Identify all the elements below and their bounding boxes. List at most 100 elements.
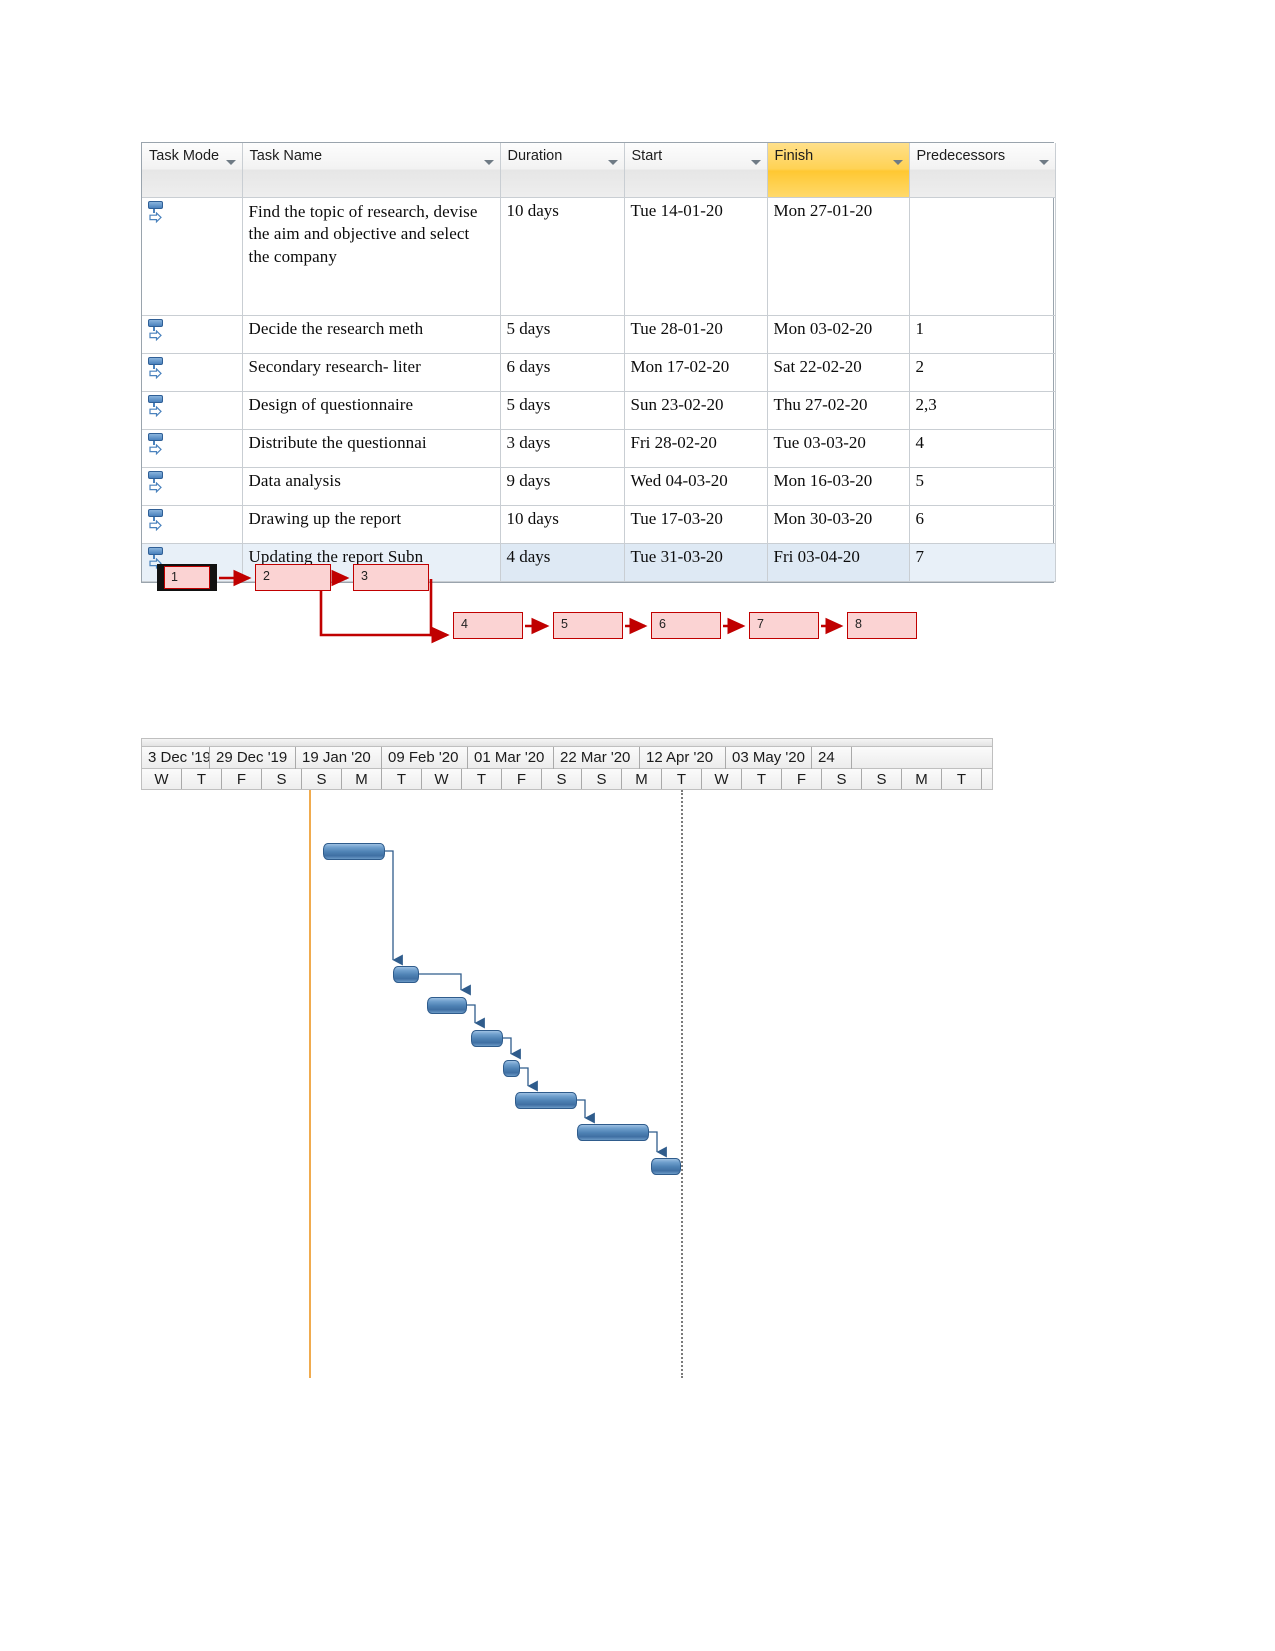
gantt-week-label: 19 Jan '20	[296, 747, 382, 769]
column-header-predecessors[interactable]: Predecessors	[909, 143, 1056, 198]
cell-predecessors[interactable]	[909, 197, 1056, 316]
cell-start[interactable]: Tue 28-01-20	[624, 315, 768, 354]
network-node-1[interactable]: 1	[157, 564, 217, 591]
network-node-8[interactable]: 8	[847, 612, 917, 639]
cell-start[interactable]: Fri 28-02-20	[624, 429, 768, 468]
gantt-bar[interactable]	[577, 1124, 649, 1141]
table-row[interactable]: Drawing up the report 10 days Tue 17-03-20…	[142, 505, 1056, 544]
network-node-6[interactable]: 6	[651, 612, 721, 639]
gantt-bar[interactable]	[393, 966, 419, 983]
gantt-bar[interactable]	[323, 843, 385, 860]
gantt-week-label: 01 Mar '20	[468, 747, 554, 769]
cell-predecessors[interactable]: 5	[909, 467, 1056, 506]
cell-start[interactable]: Mon 17-02-20	[624, 353, 768, 392]
gantt-day-label: S	[542, 769, 582, 789]
gantt-bar[interactable]	[651, 1158, 681, 1175]
cell-duration[interactable]: 10 days	[500, 197, 625, 316]
gantt-week-label: 12 Apr '20	[640, 747, 726, 769]
network-node-3[interactable]: 3	[353, 564, 429, 591]
cell-task-mode[interactable]	[142, 353, 243, 392]
filter-dropdown-icon-start[interactable]	[750, 160, 761, 165]
table-row[interactable]: Design of questionnaire 5 days Sun 23-02-2…	[142, 391, 1056, 430]
cell-duration[interactable]: 5 days	[500, 391, 625, 430]
task-name-text: Distribute the questionnai	[248, 433, 427, 452]
gantt-timescale-header: 3 Dec '19 29 Dec '19 19 Jan '20 09 Feb '20 0…	[141, 746, 993, 790]
network-node-2[interactable]: 2	[255, 564, 331, 591]
cell-task-name[interactable]: Distribute the questionnai	[242, 429, 501, 468]
table-row[interactable]: Distribute the questionnai 3 days Fri 28-0…	[142, 429, 1056, 468]
table-row[interactable]: Secondary research- liter 6 days Mon 17-02…	[142, 353, 1056, 392]
cell-task-mode[interactable]	[142, 505, 243, 544]
column-header-task-name[interactable]: Task Name	[242, 143, 501, 198]
gantt-day-label: S	[582, 769, 622, 789]
column-header-finish[interactable]: Finish	[767, 143, 910, 198]
cell-start[interactable]: Wed 04-03-20	[624, 467, 768, 506]
gantt-bar[interactable]	[427, 997, 467, 1014]
cell-start[interactable]: Tue 14-01-20	[624, 197, 768, 316]
filter-dropdown-icon-predecessors[interactable]	[1038, 160, 1049, 165]
network-node-4[interactable]: 4	[453, 612, 523, 639]
cell-task-name[interactable]: Drawing up the report	[242, 505, 501, 544]
cell-task-name[interactable]: Decide the research meth	[242, 315, 501, 354]
cell-duration[interactable]: 3 days	[500, 429, 625, 468]
gantt-day-label: T	[942, 769, 982, 789]
gantt-day-label: M	[902, 769, 942, 789]
column-header-start[interactable]: Start	[624, 143, 768, 198]
network-node-inner: 1	[164, 566, 210, 589]
cell-task-name[interactable]: Find the topic of research, devise the a…	[242, 197, 501, 316]
gantt-day-label: F	[502, 769, 542, 789]
gantt-toolbar-strip	[141, 738, 993, 746]
gantt-bar[interactable]	[503, 1060, 520, 1077]
cell-predecessors[interactable]: 2	[909, 353, 1056, 392]
filter-dropdown-icon-task-mode[interactable]	[225, 160, 236, 165]
cell-start[interactable]: Tue 17-03-20	[624, 505, 768, 544]
gantt-bar[interactable]	[471, 1030, 503, 1047]
gantt-day-label: W	[142, 769, 182, 789]
column-header-start-label: Start	[631, 148, 663, 164]
task-name-text: Drawing up the report	[248, 509, 402, 528]
cell-finish[interactable]: Thu 27-02-20	[767, 391, 910, 430]
filter-dropdown-icon-duration[interactable]	[607, 160, 618, 165]
cell-task-name[interactable]: Design of questionnaire	[242, 391, 501, 430]
cell-duration[interactable]: 6 days	[500, 353, 625, 392]
cell-task-mode[interactable]	[142, 197, 243, 316]
table-row[interactable]: Data analysis 9 days Wed 04-03-20 Mon 16-03…	[142, 467, 1056, 506]
cell-task-name[interactable]: Data analysis	[242, 467, 501, 506]
cell-predecessors[interactable]: 2,3	[909, 391, 1056, 430]
cell-finish[interactable]: Mon 16-03-20	[767, 467, 910, 506]
cell-predecessors[interactable]: 6	[909, 505, 1056, 544]
gantt-day-label: T	[462, 769, 502, 789]
table-row[interactable]: Decide the research meth 5 days Tue 28-01-…	[142, 315, 1056, 354]
gantt-day-label: T	[382, 769, 422, 789]
filter-dropdown-icon-task-name[interactable]	[483, 160, 494, 165]
cell-task-name[interactable]: Secondary research- liter	[242, 353, 501, 392]
gantt-week-label: 3 Dec '19	[142, 747, 210, 769]
filter-dropdown-icon-finish[interactable]	[892, 160, 903, 165]
cell-task-mode[interactable]	[142, 429, 243, 468]
cell-task-mode[interactable]	[142, 315, 243, 354]
column-header-task-mode[interactable]: Task Mode	[142, 143, 243, 198]
cell-duration[interactable]: 10 days	[500, 505, 625, 544]
gantt-chart: 3 Dec '19 29 Dec '19 19 Jan '20 09 Feb '20 0…	[141, 738, 993, 1378]
cell-task-mode[interactable]	[142, 467, 243, 506]
table-row[interactable]: Find the topic of research, devise the a…	[142, 197, 1056, 316]
cell-finish[interactable]: Tue 03-03-20	[767, 429, 910, 468]
gantt-day-label: F	[222, 769, 262, 789]
cell-start[interactable]: Sun 23-02-20	[624, 391, 768, 430]
cell-finish[interactable]: Mon 30-03-20	[767, 505, 910, 544]
cell-task-mode[interactable]	[142, 391, 243, 430]
cell-predecessors[interactable]: 1	[909, 315, 1056, 354]
gantt-week-row: 3 Dec '19 29 Dec '19 19 Jan '20 09 Feb '20 0…	[142, 747, 992, 769]
gantt-week-label: 22 Mar '20	[554, 747, 640, 769]
gantt-bar[interactable]	[515, 1092, 577, 1109]
cell-finish[interactable]: Mon 03-02-20	[767, 315, 910, 354]
cell-predecessors[interactable]: 4	[909, 429, 1056, 468]
cell-duration[interactable]: 9 days	[500, 467, 625, 506]
column-header-duration[interactable]: Duration	[500, 143, 625, 198]
network-node-5[interactable]: 5	[553, 612, 623, 639]
network-node-7[interactable]: 7	[749, 612, 819, 639]
column-header-task-mode-label: Task Mode	[149, 148, 220, 164]
cell-duration[interactable]: 5 days	[500, 315, 625, 354]
cell-finish[interactable]: Mon 27-01-20	[767, 197, 910, 316]
cell-finish[interactable]: Sat 22-02-20	[767, 353, 910, 392]
